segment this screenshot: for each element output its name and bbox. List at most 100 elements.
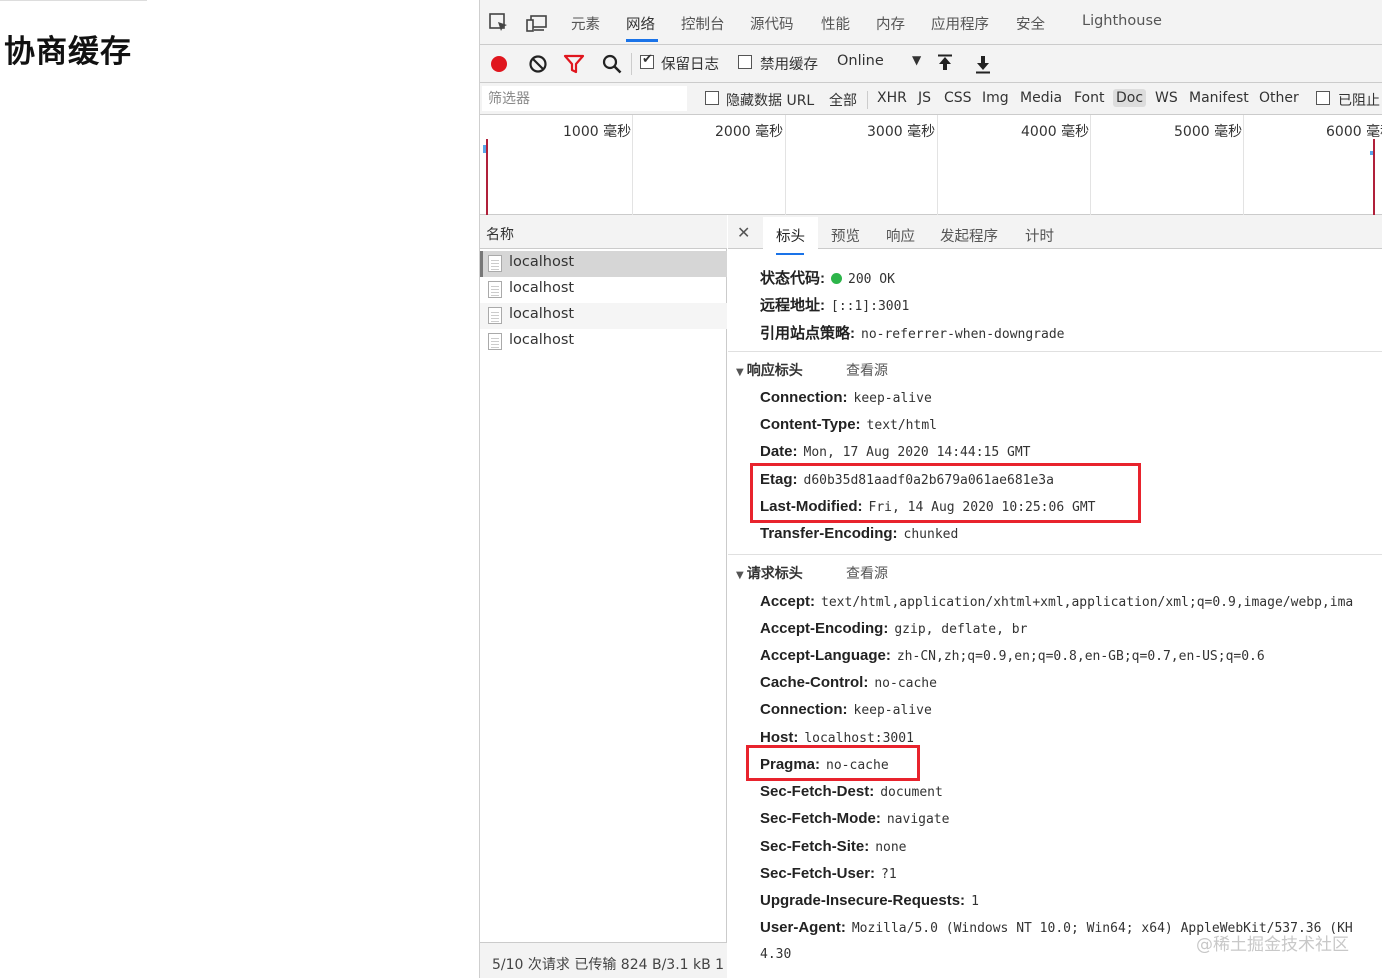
record-icon[interactable] [488, 53, 510, 75]
header-key: Upgrade-Insecure-Requests: [760, 892, 966, 909]
request-name: localhost [509, 280, 575, 296]
header-value: 4.30 [760, 947, 792, 962]
tab-performance[interactable]: 性能 [821, 13, 850, 34]
preserve-log-label[interactable]: 保留日志 [661, 53, 719, 74]
general-referrer-policy: 引用站点策略: no-referrer-when-downgrade [760, 322, 1065, 343]
name-column-header[interactable]: 名称 [480, 215, 727, 249]
chevron-down-icon[interactable]: ▼ [912, 53, 921, 67]
header-key: Sec-Fetch-Dest: [760, 783, 875, 800]
page-title: 协商缓存 [4, 34, 132, 70]
request-header-row: Sec-Fetch-Site: none [760, 838, 907, 855]
preserve-log-checkbox[interactable] [640, 52, 654, 69]
timeline-gridline [1090, 115, 1091, 215]
header-value: chunked [903, 527, 959, 542]
header-key: Transfer-Encoding: [760, 525, 898, 542]
section-divider [728, 351, 1382, 352]
timeline-gridline [937, 115, 938, 215]
search-icon[interactable] [601, 53, 623, 75]
header-value: document [880, 785, 943, 800]
disable-cache-label[interactable]: 禁用缓存 [760, 53, 818, 74]
filter-type-ws[interactable]: WS [1152, 89, 1181, 107]
response-header-row: Content-Type: text/html [760, 416, 937, 433]
tab-preview[interactable]: 预览 [831, 225, 860, 246]
tab-security[interactable]: 安全 [1016, 13, 1045, 34]
document-icon [488, 333, 502, 350]
request-header-row: Accept-Language: zh-CN,zh;q=0.9,en;q=0.8,… [760, 647, 1265, 664]
timeline-gridline [632, 115, 633, 215]
request-header-row: Upgrade-Insecure-Requests: 1 [760, 892, 979, 909]
clear-icon[interactable] [527, 53, 549, 75]
response-headers-toggle[interactable]: ▼ 响应标头 [736, 360, 803, 380]
import-har-icon[interactable] [934, 53, 956, 75]
tab-memory[interactable]: 内存 [876, 13, 905, 34]
header-key: Connection: [760, 701, 848, 718]
request-header-row: Sec-Fetch-Dest: document [760, 783, 943, 800]
filter-type-js[interactable]: JS [915, 89, 934, 107]
header-value: gzip, deflate, br [894, 622, 1028, 637]
header-value: keep-alive [853, 703, 932, 718]
request-row[interactable]: localhost [480, 277, 727, 303]
blocked-requests-checkbox[interactable] [1316, 91, 1330, 105]
filter-type-font[interactable]: Font [1071, 89, 1107, 107]
header-key: Sec-Fetch-Mode: [760, 810, 881, 827]
filter-type-manifest[interactable]: Manifest [1186, 89, 1252, 107]
tab-initiator[interactable]: 发起程序 [940, 225, 998, 246]
tab-application[interactable]: 应用程序 [931, 13, 989, 34]
timeline-gridline [1243, 115, 1244, 215]
inspect-element-icon[interactable] [488, 12, 510, 34]
tab-console[interactable]: 控制台 [681, 13, 725, 34]
triangle-down-icon: ▼ [736, 367, 744, 378]
filter-type-media[interactable]: Media [1017, 89, 1065, 107]
tab-lighthouse[interactable]: Lighthouse [1082, 13, 1162, 29]
filter-type-xhr[interactable]: XHR [874, 89, 910, 107]
devtools-panel: 元素 网络 控制台 源代码 性能 内存 应用程序 安全 Lighthouse 保… [479, 0, 1382, 978]
request-row[interactable]: localhost [480, 303, 727, 329]
filter-type-css[interactable]: CSS [941, 89, 975, 107]
response-view-source-link[interactable]: 查看源 [846, 360, 888, 380]
filter-input[interactable] [482, 86, 687, 111]
timeline-load-marker [486, 139, 488, 215]
disable-cache-checkbox[interactable] [738, 55, 752, 69]
header-value: localhost:3001 [804, 731, 914, 746]
header-key: Accept-Language: [760, 647, 891, 664]
export-har-icon[interactable] [972, 53, 994, 75]
watermark: @稀土掘金技术社区 [1196, 935, 1349, 955]
tab-response[interactable]: 响应 [886, 225, 915, 246]
network-status-bar: 5/10 次请求 已传输 824 B/3.1 kB 1 [480, 942, 727, 978]
close-icon[interactable]: ✕ [737, 223, 750, 242]
request-header-row: Sec-Fetch-Mode: navigate [760, 810, 949, 827]
header-key: Date: [760, 443, 798, 460]
blocked-requests-label[interactable]: 已阻止 [1338, 90, 1380, 110]
timeline-tick-label: 5000 毫秒 [1174, 124, 1243, 140]
filter-type-doc[interactable]: Doc [1113, 89, 1147, 107]
hide-data-urls-checkbox[interactable] [705, 91, 719, 105]
tab-timing[interactable]: 计时 [1025, 225, 1054, 246]
filter-type-other[interactable]: Other [1256, 89, 1302, 107]
tab-sources[interactable]: 源代码 [750, 13, 794, 34]
header-value: Mon, 17 Aug 2020 14:44:15 GMT [803, 445, 1031, 460]
request-headers-toggle[interactable]: ▼ 请求标头 [736, 563, 803, 583]
tab-network[interactable]: 网络 [626, 13, 655, 34]
throttle-select[interactable]: Online [837, 53, 884, 69]
request-summary: 5/10 次请求 已传输 824 B/3.1 kB 1 [492, 957, 725, 973]
tab-elements[interactable]: 元素 [571, 13, 600, 34]
header-value: no-cache [874, 676, 937, 691]
header-key: Cache-Control: [760, 674, 869, 691]
section-title-text: 请求标头 [746, 566, 803, 582]
response-header-row: Transfer-Encoding: chunked [760, 525, 958, 542]
status-ok-icon [831, 273, 842, 284]
section-title-text: 响应标头 [746, 363, 803, 379]
hide-data-urls-label[interactable]: 隐藏数据 URL [726, 90, 814, 110]
request-header-row: Host: localhost:3001 [760, 729, 914, 746]
filter-type-all[interactable]: 全部 [826, 89, 860, 111]
filter-icon[interactable] [563, 53, 585, 75]
response-header-row: Date: Mon, 17 Aug 2020 14:44:15 GMT [760, 443, 1031, 460]
device-toolbar-icon[interactable] [526, 12, 548, 34]
network-timeline[interactable]: 1000 毫秒 2000 毫秒 3000 毫秒 4000 毫秒 5000 毫秒 … [480, 115, 1382, 215]
request-row[interactable]: localhost [480, 329, 727, 355]
request-view-source-link[interactable]: 查看源 [846, 563, 888, 583]
filter-type-img[interactable]: Img [979, 89, 1012, 107]
tab-headers[interactable]: 标头 [776, 225, 805, 246]
request-row[interactable]: localhost [480, 251, 727, 277]
general-remote-address: 远程地址: [::1]:3001 [760, 294, 909, 315]
